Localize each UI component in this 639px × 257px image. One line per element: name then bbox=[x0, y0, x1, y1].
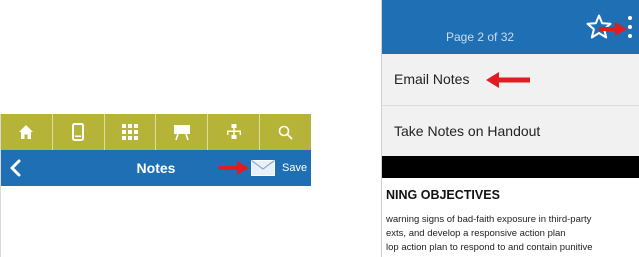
chevron-left-icon bbox=[10, 159, 21, 177]
top-nav-bar bbox=[1, 114, 311, 150]
nav-tree-button[interactable] bbox=[208, 114, 261, 150]
phone-icon bbox=[72, 123, 85, 141]
page-indicator: Page 2 of 32 bbox=[446, 30, 515, 44]
nav-presentation-button[interactable] bbox=[156, 114, 209, 150]
email-button[interactable] bbox=[251, 160, 275, 176]
nav-phone-button[interactable] bbox=[53, 114, 105, 150]
menu-item-take-notes-on-handout[interactable]: Take Notes on Handout bbox=[382, 105, 639, 156]
annotation-arrow-left bbox=[486, 72, 530, 88]
back-button[interactable] bbox=[5, 156, 29, 180]
mail-icon bbox=[251, 160, 275, 176]
document-text-line: exts, and develop a responsive action pl… bbox=[386, 228, 566, 239]
notes-content-area[interactable] bbox=[1, 186, 311, 257]
menu-item-label: Email Notes bbox=[394, 71, 470, 87]
document-header-band bbox=[382, 156, 639, 178]
notes-header-bar: Notes Save bbox=[1, 150, 311, 186]
tree-icon bbox=[226, 124, 241, 139]
options-menu: Email Notes Take Notes on Handout bbox=[382, 54, 639, 156]
menu-item-label: Take Notes on Handout bbox=[394, 123, 541, 139]
document-text-line: lop action plan to respond to and contai… bbox=[386, 242, 593, 253]
search-icon bbox=[278, 125, 293, 140]
home-icon bbox=[19, 125, 34, 139]
grid-icon bbox=[122, 124, 139, 140]
nav-home-button[interactable] bbox=[1, 114, 53, 150]
presentation-icon bbox=[173, 125, 190, 140]
left-phone-screen: Notes Save bbox=[0, 114, 311, 257]
annotation-arrow-right bbox=[599, 22, 627, 36]
document-heading: NING OBJECTIVES bbox=[386, 188, 500, 202]
more-options-button[interactable] bbox=[626, 14, 634, 40]
top-app-bar: Page 2 of 32 bbox=[382, 0, 639, 54]
annotation-arrow-right bbox=[219, 161, 249, 175]
document-text-line: warning signs of bad-faith exposure in t… bbox=[386, 214, 592, 225]
save-button[interactable]: Save bbox=[282, 150, 307, 186]
nav-grid-button[interactable] bbox=[105, 114, 157, 150]
nav-search-button[interactable] bbox=[260, 114, 311, 150]
right-phone-screen: Page 2 of 32 Email Notes Take Notes on H… bbox=[381, 0, 639, 257]
